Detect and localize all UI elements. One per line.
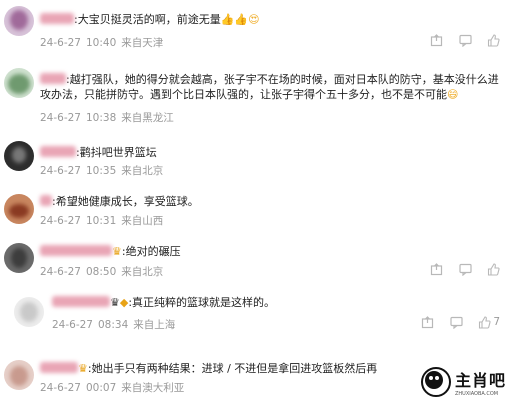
comment-meta: 24-6-27 10:40 来自天津	[40, 35, 168, 50]
comment-date: 24-6-27	[40, 165, 81, 177]
emoji: 😄	[447, 88, 459, 101]
vip-crown-icon: ♛	[112, 245, 122, 258]
comment-text: :真正纯粹的篮球就是这样的。	[128, 296, 276, 309]
like-button[interactable]	[487, 262, 500, 276]
comment-time: 10:40	[85, 37, 117, 49]
comment-text: :希望她健康成长，享受篮球。	[52, 195, 199, 208]
watermark-subtext: ZHUXIAOBA.COM	[454, 391, 499, 397]
comment-date: 24-6-27	[40, 266, 81, 278]
comment-meta: 24-6-27 00:07 来自澳大利亚	[40, 380, 189, 395]
username-blurred[interactable]	[40, 146, 76, 157]
username-blurred[interactable]	[40, 195, 52, 206]
share-button[interactable]	[430, 33, 443, 47]
comment-location: 来自天津	[121, 37, 164, 49]
comment-location: 来自黑龙江	[121, 112, 174, 124]
avatar[interactable]	[4, 243, 34, 273]
comment-text: :她出手只有两种结果：进球 / 不进但是拿回进攻篮板然后再	[87, 362, 378, 375]
thumbs-up-icon	[487, 262, 500, 276]
share-icon	[430, 33, 443, 46]
vip-crown-icon: ♛	[78, 362, 88, 375]
comment-date: 24-6-27	[40, 37, 81, 49]
username-blurred[interactable]	[52, 296, 110, 307]
comment-icon	[458, 34, 472, 47]
comment-text: :大宝贝挺灵活的啊，前途无量	[74, 13, 221, 26]
comment-meta: 24-6-27 08:50 来自北京	[40, 264, 168, 279]
avatar[interactable]	[4, 68, 34, 98]
comment-icon	[450, 316, 463, 329]
avatar[interactable]	[4, 360, 34, 390]
comment-time: 08:50	[85, 266, 117, 278]
like-button[interactable]	[487, 33, 500, 47]
comment-time: 10:35	[85, 165, 117, 177]
comment-location: 来自山西	[121, 215, 164, 227]
share-icon	[430, 262, 443, 275]
share-icon	[422, 315, 434, 328]
comment-time: 08:34	[97, 319, 129, 331]
comment-button[interactable]	[450, 316, 463, 329]
comment-content: ♛:她出手只有两种结果：进球 / 不进但是拿回进攻篮板然后再	[40, 361, 377, 376]
avatar[interactable]	[14, 297, 44, 327]
thumbs-up-icon	[479, 316, 491, 329]
comment-date: 24-6-27	[40, 112, 81, 124]
like-button[interactable]: 7	[478, 315, 500, 329]
comment-meta: 24-6-27 10:35 来自北京	[40, 163, 168, 178]
like-count: 7	[493, 316, 500, 329]
comment-location: 来自北京	[121, 165, 164, 177]
comment-time: 10:31	[85, 215, 117, 227]
comment-content: ♛:绝对的碾压	[40, 244, 181, 259]
comment-text: :绝对的碾压	[121, 245, 181, 258]
avatar[interactable]	[4, 194, 34, 224]
comment-icon	[458, 263, 472, 276]
comment-content: ♛◆:真正纯粹的篮球就是这样的。	[52, 295, 275, 310]
comment-date: 24-6-27	[40, 215, 81, 227]
comment-meta: 24-6-27 08:34 来自上海	[52, 317, 180, 332]
username-blurred[interactable]	[40, 245, 112, 256]
comment-button[interactable]	[458, 263, 472, 276]
comment-meta: 24-6-27 10:31 来自山西	[40, 213, 168, 228]
comment-location: 来自北京	[121, 266, 164, 278]
comment-text: :越打强队，她的得分就会越高，张子宇不在场的时候，面对日本队的防守，基本没什么进…	[40, 73, 499, 101]
username-blurred[interactable]	[40, 73, 66, 84]
comment-actions	[418, 262, 500, 276]
comment-content: :越打强队，她的得分就会越高，张子宇不在场的时候，面对日本队的防守，基本没什么进…	[40, 72, 502, 102]
avatar[interactable]	[4, 6, 34, 36]
emoji: 👍👍😍	[220, 13, 260, 26]
comment-date: 24-6-27	[40, 382, 81, 394]
comment-content: :鹳抖吧世界篮坛	[40, 145, 157, 160]
username-blurred[interactable]	[40, 13, 74, 24]
watermark-logo-icon	[420, 367, 451, 397]
comment-button[interactable]	[458, 34, 472, 47]
comment-location: 来自澳大利亚	[121, 382, 185, 394]
comment-location: 来自上海	[133, 319, 176, 331]
comment-time: 10:38	[85, 112, 117, 124]
username-blurred[interactable]	[40, 362, 78, 373]
comment-meta: 24-6-27 10:38 来自黑龙江	[40, 110, 179, 125]
comment-date: 24-6-27	[52, 319, 93, 331]
comment-text: :鹳抖吧世界篮坛	[76, 146, 157, 159]
comment-actions	[418, 33, 500, 47]
comment-actions: 7	[409, 315, 500, 329]
share-button[interactable]	[430, 262, 443, 276]
comment-time: 00:07	[85, 382, 117, 394]
watermark-text: 主肖吧	[454, 371, 506, 390]
thumbs-up-icon	[487, 33, 500, 47]
vip-crown-icon: ♛	[110, 296, 120, 309]
comment-content: :大宝贝挺灵活的啊，前途无量👍👍😍	[40, 12, 260, 27]
avatar[interactable]	[4, 141, 34, 171]
comment-content: :希望她健康成长，享受篮球。	[40, 194, 199, 209]
site-watermark: 主肖吧 ZHUXIAOBA.COM	[420, 367, 506, 397]
share-button[interactable]	[421, 315, 434, 329]
